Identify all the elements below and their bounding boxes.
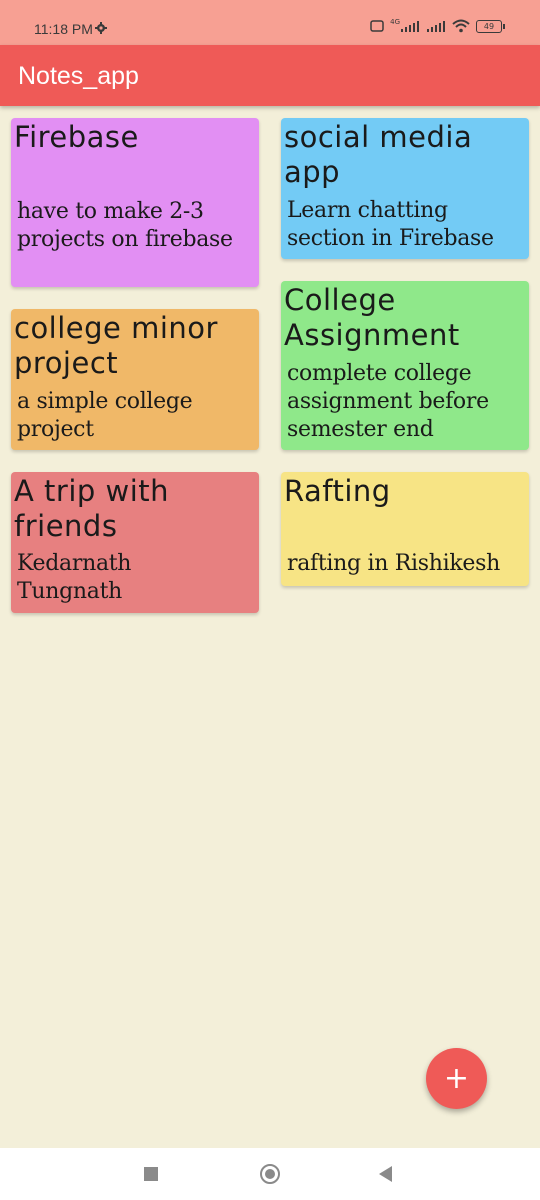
note-body: have to make 2-3 projects on firebase: [17, 199, 233, 252]
note-title: Rafting: [284, 474, 391, 508]
battery-icon: 49: [476, 19, 505, 33]
status-time: 11:18 PM: [34, 21, 93, 37]
note-body: Learn chatting section in Firebase: [287, 198, 494, 251]
note-card[interactable]: Firebase have to make 2-3 projects on fi…: [11, 118, 259, 287]
status-icons: 4G 49: [370, 18, 505, 33]
status-bar: 11:18 PM 4G 49: [0, 0, 540, 45]
note-title: College Assignment: [284, 283, 460, 352]
note-body: Kedarnath Tungnath: [17, 551, 132, 604]
battery-level: 49: [483, 21, 495, 31]
back-icon[interactable]: [379, 1166, 392, 1182]
note-title: college minor project: [14, 311, 218, 380]
note-card[interactable]: college minor project a simple college p…: [11, 309, 259, 450]
wifi-icon: [452, 19, 470, 33]
note-card[interactable]: social media app Learn chatting section …: [281, 118, 529, 259]
home-icon[interactable]: [260, 1164, 280, 1184]
note-body: complete college assignment before semes…: [287, 361, 489, 442]
sim-icon: [370, 20, 384, 32]
note-title: A trip with friends: [14, 474, 170, 543]
add-note-button[interactable]: +: [426, 1048, 487, 1109]
app-bar: Notes_app: [0, 45, 540, 106]
recents-icon[interactable]: [144, 1167, 158, 1181]
gear-icon: [95, 22, 107, 34]
system-nav-bar: [0, 1148, 540, 1200]
signal-icon: [401, 21, 419, 32]
note-card[interactable]: College Assignment complete college assi…: [281, 281, 529, 450]
plus-icon: +: [443, 1061, 470, 1096]
note-body: a simple college project: [17, 389, 193, 442]
network-type: 4G: [390, 18, 400, 26]
signal-icon: [427, 21, 445, 32]
note-body: rafting in Rishikesh: [287, 551, 501, 576]
note-title: Firebase: [14, 120, 139, 154]
note-card[interactable]: Rafting rafting in Rishikesh: [281, 472, 529, 586]
note-title: social media app: [284, 120, 473, 189]
note-card[interactable]: A trip with friends Kedarnath Tungnath: [11, 472, 259, 613]
app-title: Notes_app: [18, 62, 139, 90]
